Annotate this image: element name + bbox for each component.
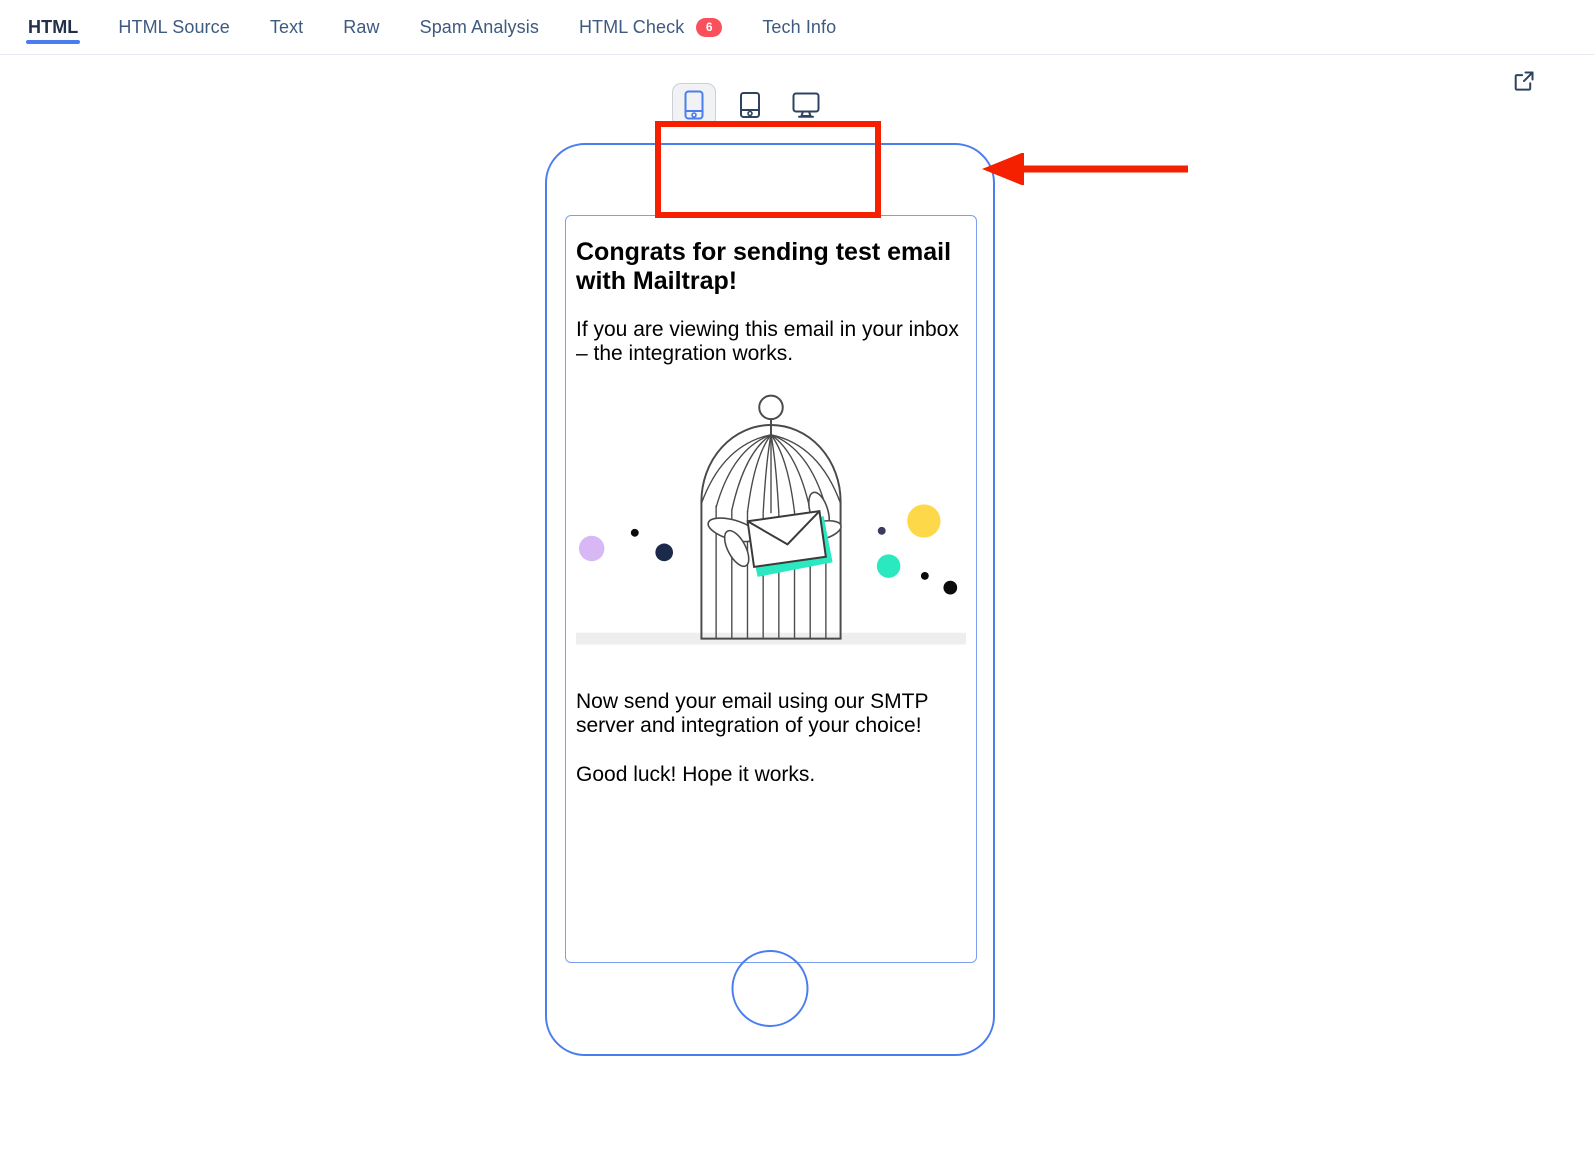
tab-spam-analysis[interactable]: Spam Analysis	[400, 0, 559, 54]
tab-raw[interactable]: Raw	[323, 0, 399, 54]
email-paragraph-3: Good luck! Hope it works.	[576, 762, 816, 786]
device-option-desktop[interactable]	[784, 83, 828, 127]
tab-html-source-label: HTML Source	[118, 16, 230, 37]
email-heading: Congrats for sending test email with Mai…	[576, 238, 952, 295]
email-tail-text: Now send your email using our SMTP serve…	[576, 690, 966, 788]
open-in-new-window-button[interactable]	[1512, 69, 1536, 93]
tab-html-check-label: HTML Check	[578, 16, 685, 37]
dot-yellow	[907, 503, 941, 538]
phone-home-button	[731, 950, 809, 1027]
html-check-count-badge: 6	[696, 17, 723, 37]
device-option-mobile[interactable]	[672, 83, 716, 127]
desktop-monitor-icon	[792, 92, 820, 118]
annotation-arrow	[982, 153, 1188, 185]
mobile-phone-icon	[684, 90, 704, 120]
envelope-shape	[746, 509, 827, 568]
tab-tech-info-label: Tech Info	[762, 16, 837, 37]
cage-finial-ring	[758, 394, 784, 420]
dot-black-right	[943, 580, 958, 595]
tab-tech-info[interactable]: Tech Info	[742, 0, 856, 54]
tab-raw-label: Raw	[343, 16, 380, 37]
device-option-tablet[interactable]	[728, 83, 772, 127]
email-content: Congrats for sending test email with Mai…	[566, 216, 976, 807]
phone-mockup-frame: Congrats for sending test email with Mai…	[545, 143, 995, 1056]
tablet-icon	[740, 92, 760, 118]
email-paragraph-1: If you are viewing this email in your in…	[576, 317, 959, 366]
tab-bar: HTML HTML Source Text Raw Spam Analysis …	[0, 0, 1594, 55]
dot-teal	[876, 553, 901, 578]
tab-html-check[interactable]: HTML Check 6	[559, 0, 742, 54]
dot-navy	[655, 543, 674, 561]
tab-html-label: HTML	[28, 16, 79, 37]
tab-active-underline	[26, 40, 81, 44]
dot-black-small-left	[630, 528, 639, 537]
tab-text-label: Text	[269, 16, 304, 37]
email-paragraph-2: Now send your email using our SMTP serve…	[576, 689, 929, 738]
dot-black-tiny-right	[920, 571, 929, 580]
device-switcher	[672, 83, 828, 127]
birdcage-illustration	[576, 394, 966, 645]
page-root: HTML HTML Source Text Raw Spam Analysis …	[0, 0, 1594, 1158]
phone-screen: Congrats for sending test email with Mai…	[565, 215, 977, 963]
external-link-icon	[1514, 71, 1534, 91]
tab-spam-analysis-label: Spam Analysis	[419, 16, 539, 37]
email-preview-area: Congrats for sending test email with Mai…	[0, 55, 1594, 1158]
tab-list: HTML HTML Source Text Raw Spam Analysis …	[0, 0, 856, 54]
tab-text[interactable]: Text	[250, 0, 323, 54]
tab-html[interactable]: HTML	[8, 0, 98, 54]
dot-purple	[578, 535, 605, 561]
tab-html-source[interactable]: HTML Source	[98, 0, 249, 54]
dot-navy-small-right	[877, 526, 886, 535]
